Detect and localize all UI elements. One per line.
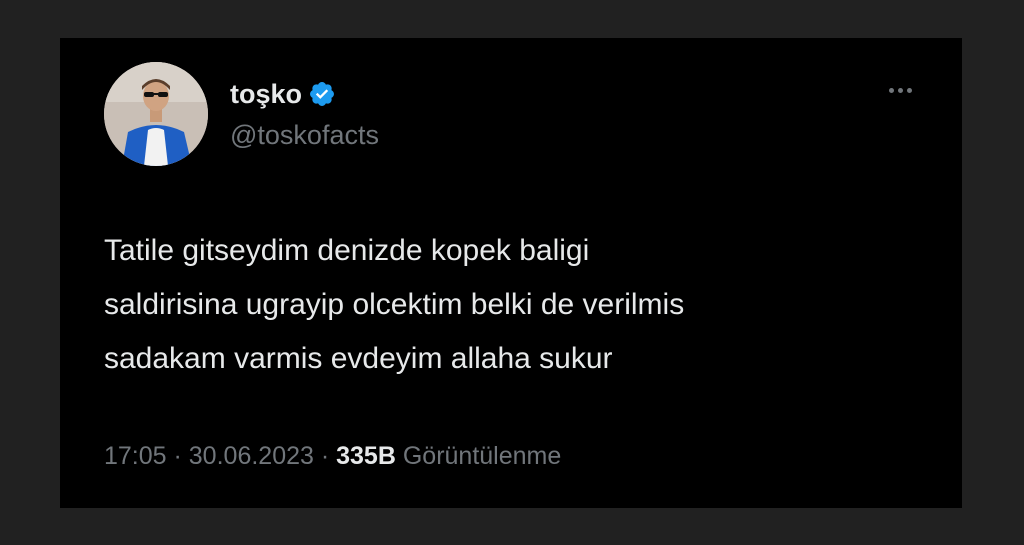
tweet-date[interactable]: 30.06.2023 [189,442,314,470]
tweet-text-line: saldirisina ugrayip olcektim belki de ve… [104,288,685,321]
more-options-button[interactable] [878,80,922,100]
tweet-card: toşko @toskofacts Tatile gitseydim deniz… [60,38,962,508]
more-dots-icon [897,87,903,93]
more-dots-icon [906,87,912,93]
views-count[interactable]: 335B [336,442,396,470]
author-handle[interactable]: @toskofacts [230,120,379,151]
author-display-name[interactable]: toşko [230,79,302,110]
meta-separator: · [166,442,189,470]
views-label: Görüntülenme [402,442,562,470]
avatar[interactable] [104,62,208,166]
verified-badge-icon [310,82,334,106]
author-name-row: toşko [230,76,336,112]
tweet-meta: 17:05 · 30.06.2023 · 335B Görüntülenme [104,442,561,471]
avatar-image [104,62,208,166]
tweet-text-line: sadakam varmis evdeyim allaha sukur [104,342,613,375]
tweet-text: Tatile gitseydim denizde kopek baligi sa… [104,224,904,386]
more-dots-icon [888,87,894,93]
tweet-time[interactable]: 17:05 [104,442,167,470]
meta-separator: · [313,442,337,470]
tweet-text-line: Tatile gitseydim denizde kopek baligi [104,234,590,267]
